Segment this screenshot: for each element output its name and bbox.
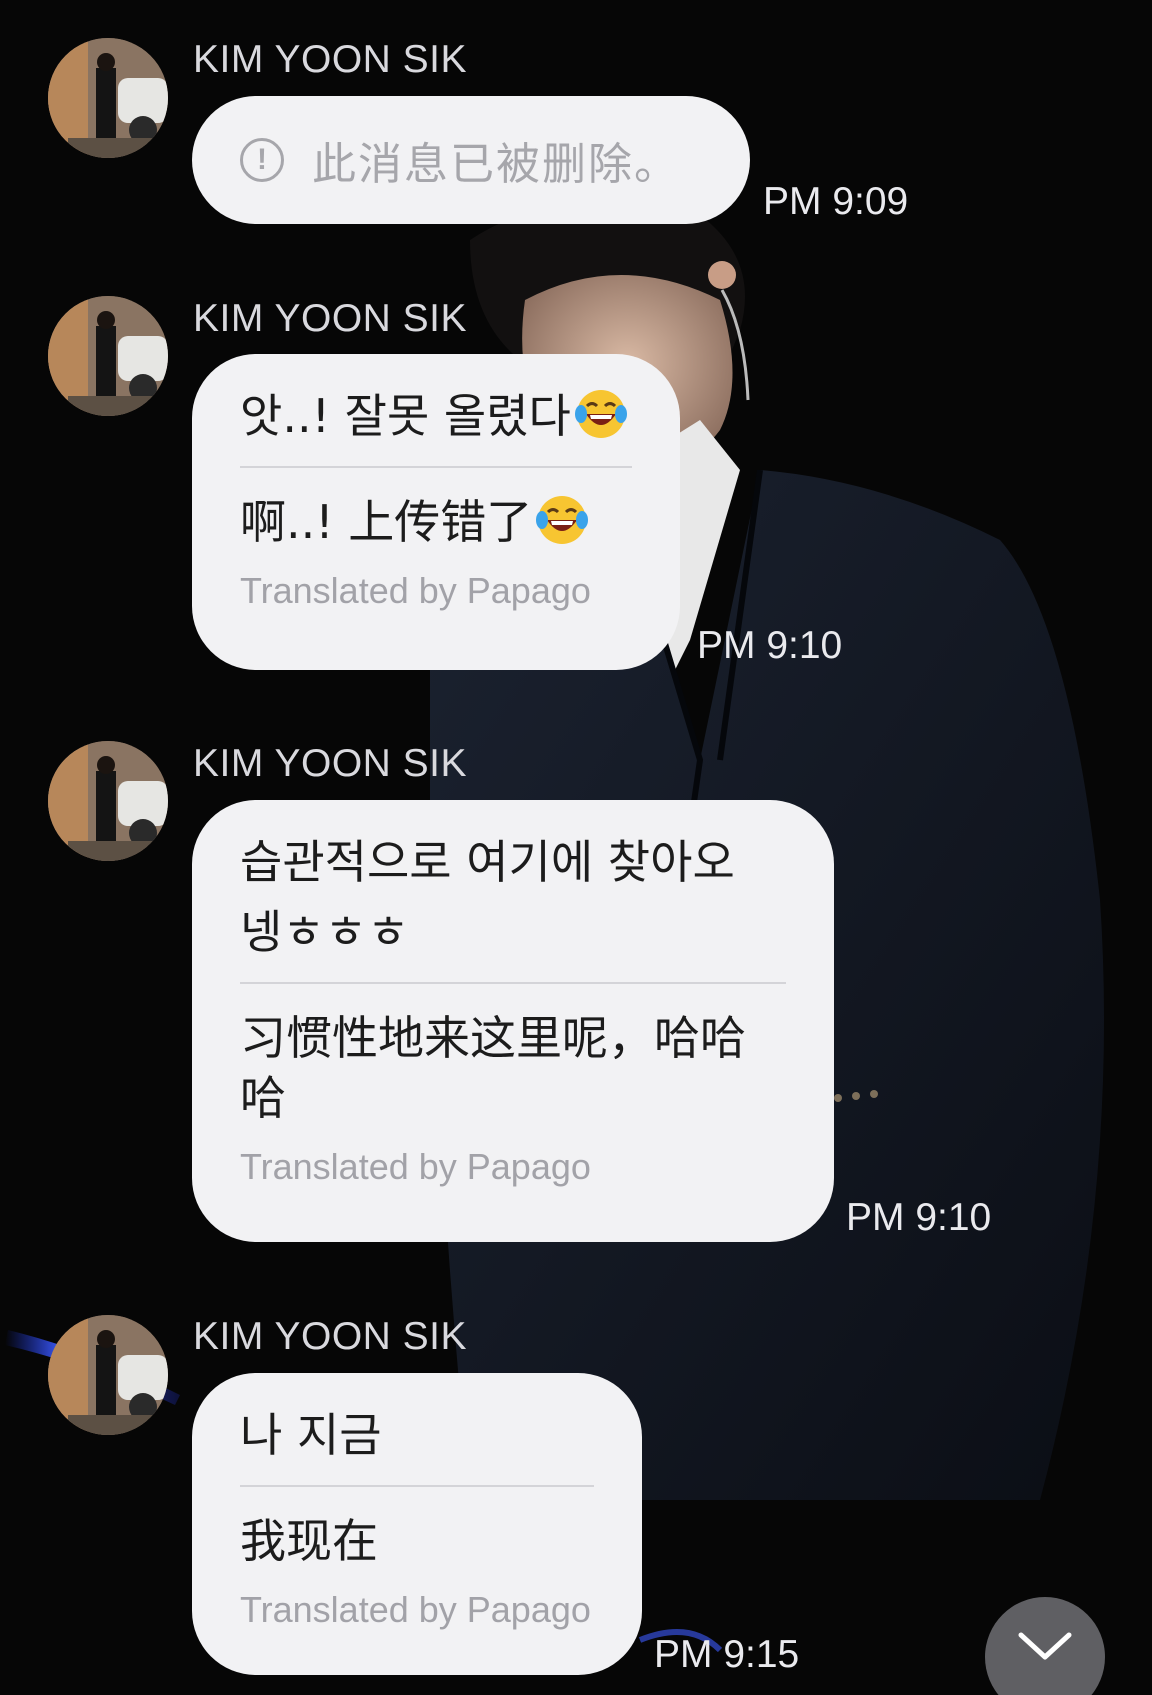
message-bubble[interactable]: 앗..! 잘못 올렸다 啊..! 上传错了 Translated by Papa… bbox=[192, 354, 680, 670]
avatar-photo bbox=[48, 38, 168, 158]
chevron-down-icon bbox=[1018, 1632, 1072, 1660]
sender-avatar[interactable] bbox=[48, 741, 168, 861]
deleted-message-text: 此消息已被删除。 bbox=[312, 139, 680, 190]
translation-divider bbox=[240, 466, 632, 468]
message-time: PM 9:10 bbox=[846, 1196, 992, 1239]
chat-screen: KIM YOON SIK ! 此消息已被删除。 PM 9:09 KIM YOON… bbox=[0, 0, 1152, 1695]
message-bubble[interactable]: 나 지금 我现在 Translated by Papago bbox=[192, 1373, 642, 1675]
message-time: PM 9:15 bbox=[654, 1633, 800, 1676]
sender-name: KIM YOON SIK bbox=[193, 1315, 468, 1358]
translated-text: 啊..! 上传错了 bbox=[240, 495, 533, 549]
sender-avatar[interactable] bbox=[48, 38, 168, 158]
avatar-photo bbox=[48, 741, 168, 861]
message-time: PM 9:09 bbox=[763, 180, 909, 223]
original-text: 나 지금 bbox=[240, 1408, 382, 1462]
translated-text-row: 啊..! 上传错了 bbox=[240, 492, 632, 552]
translated-text-line: 哈 bbox=[240, 1071, 286, 1125]
avatar-photo bbox=[48, 1315, 168, 1435]
info-circle-icon: ! bbox=[240, 138, 284, 182]
tears-of-joy-emoji bbox=[536, 496, 589, 544]
sender-avatar[interactable] bbox=[48, 296, 168, 416]
sender-name: KIM YOON SIK bbox=[193, 297, 468, 340]
translation-credit: Translated by Papago bbox=[240, 1146, 591, 1187]
message-bubble[interactable]: 습관적으로 여기에 찾아오 넹ㅎㅎㅎ 习惯性地来这里呢，哈哈 哈 Transla… bbox=[192, 800, 834, 1242]
message-time: PM 9:10 bbox=[697, 624, 843, 667]
translated-text-line: 习惯性地来这里呢，哈哈 bbox=[240, 1011, 746, 1065]
deleted-message: ! 此消息已被删除。 bbox=[240, 96, 702, 224]
original-text: 앗..! 잘못 올렸다 bbox=[240, 389, 571, 443]
tears-of-joy-emoji bbox=[574, 390, 627, 438]
translated-text: 我现在 bbox=[240, 1514, 378, 1568]
original-text-line: 습관적으로 여기에 찾아오 bbox=[240, 835, 735, 889]
sender-name: KIM YOON SIK bbox=[193, 742, 468, 785]
avatar-photo bbox=[48, 296, 168, 416]
translation-credit: Translated by Papago bbox=[240, 570, 591, 611]
original-text-row: 앗..! 잘못 올렸다 bbox=[240, 386, 632, 446]
message-bubble-deleted[interactable]: ! 此消息已被删除。 bbox=[192, 96, 750, 224]
translation-divider bbox=[240, 982, 786, 984]
sender-name: KIM YOON SIK bbox=[193, 38, 468, 81]
original-text-line: 넹ㅎㅎㅎ bbox=[240, 905, 410, 959]
sender-avatar[interactable] bbox=[48, 1315, 168, 1435]
translation-credit: Translated by Papago bbox=[240, 1589, 591, 1630]
translation-divider bbox=[240, 1485, 594, 1487]
